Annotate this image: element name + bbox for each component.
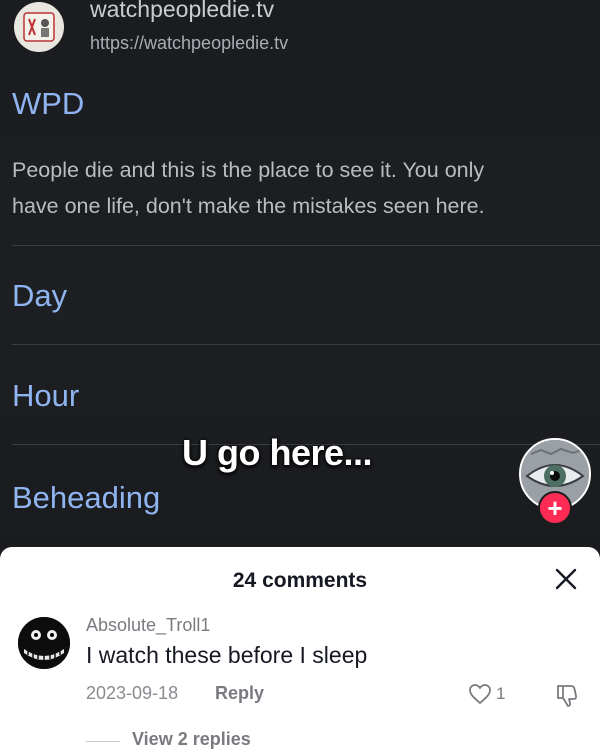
site-url: https://watchpeopledie.tv	[90, 33, 289, 53]
search-result-description: People die and this is the place to see …	[12, 152, 600, 224]
comment-username[interactable]: Absolute_Troll1	[86, 615, 210, 636]
comments-sheet: 24 comments Absolute_Troll1 I watch thes…	[0, 547, 600, 752]
view-replies-button[interactable]: View 2 replies	[132, 729, 251, 750]
filter-link-hour: Hour	[12, 378, 80, 413]
video-overlay-caption: U go here...	[182, 432, 373, 473]
close-icon[interactable]	[554, 567, 578, 591]
site-name: watchpeopledie.tv	[90, 0, 275, 22]
description-line: People die and this is the place to see …	[12, 158, 485, 182]
replies-divider	[86, 741, 120, 742]
reply-button[interactable]: Reply	[215, 683, 264, 704]
plus-icon: +	[547, 493, 563, 523]
heart-icon[interactable]	[468, 682, 492, 706]
description-line: have one life, don't make the mistakes s…	[12, 194, 485, 218]
search-result-title: WPD	[12, 86, 85, 121]
filter-link-day: Day	[12, 278, 68, 313]
divider	[12, 245, 600, 246]
divider	[12, 344, 600, 345]
like-count: 1	[496, 684, 506, 703]
filter-link-beheading: Beheading	[12, 480, 161, 515]
comment-date: 2023-09-18	[86, 683, 179, 703]
site-logo-icon	[14, 2, 64, 52]
comments-count-title: 24 comments	[232, 569, 368, 592]
dislike-icon[interactable]	[554, 682, 580, 708]
video-frame[interactable]: watchpeopledie.tv https://watchpeopledie…	[0, 0, 600, 560]
avatar[interactable]	[18, 617, 70, 669]
comment-text: I watch these before I sleep	[86, 642, 368, 668]
follow-button[interactable]: +	[538, 491, 572, 525]
